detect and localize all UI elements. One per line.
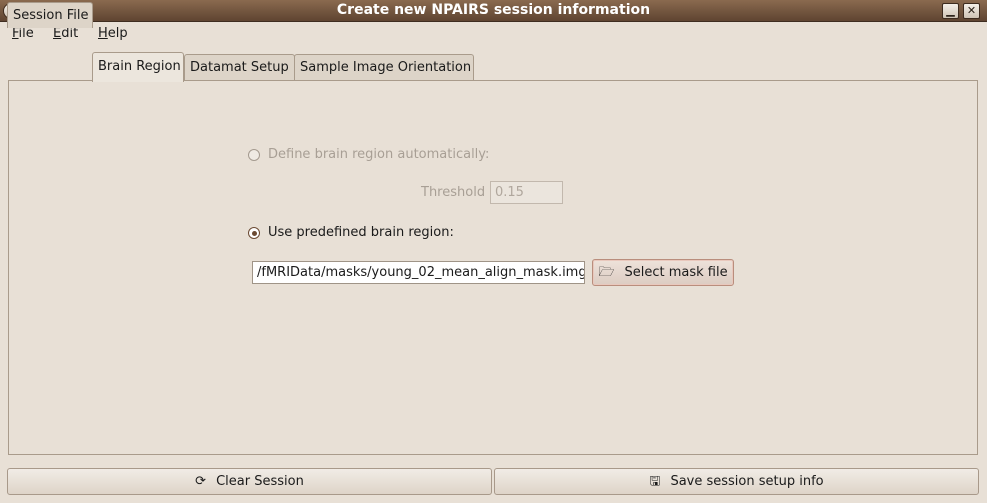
folder-open-icon: 🗁 (598, 265, 615, 280)
select-mask-file-button[interactable]: 🗁 Select mask file (592, 259, 734, 286)
close-button[interactable]: ✕ (963, 3, 980, 19)
tab-brain-region[interactable]: Brain Region (92, 52, 184, 82)
clear-session-label: Clear Session (216, 474, 304, 489)
tab-sample-image-orientation[interactable]: Sample Image Orientation (294, 54, 474, 80)
predefined-region-radio[interactable] (248, 227, 260, 239)
mask-path-input[interactable]: /fMRIData/masks/young_02_mean_align_mask… (252, 261, 585, 284)
save-session-label: Save session setup info (670, 474, 824, 489)
menu-help-mnemonic: H (98, 26, 108, 41)
minimize-button[interactable]: ▁ (942, 3, 959, 19)
auto-region-radio[interactable] (248, 149, 260, 161)
clear-session-button[interactable]: ⟳ Clear Session (7, 468, 492, 495)
tab-datamat-setup[interactable]: Datamat Setup (184, 54, 295, 80)
auto-region-label: Define brain region automatically: (268, 147, 490, 162)
menu-bar: File Edit Help (0, 22, 987, 47)
select-mask-file-label: Select mask file (624, 265, 728, 280)
window-titlebar: ◦ Create new NPAIRS session information … (0, 0, 987, 22)
threshold-input[interactable]: 0.15 (490, 181, 563, 204)
save-icon: 🖫 (649, 474, 661, 489)
predefined-region-label: Use predefined brain region: (268, 225, 454, 240)
window-title: Create new NPAIRS session information (336, 2, 651, 18)
menu-help[interactable]: Help (98, 26, 128, 41)
menu-help-label: elp (107, 26, 128, 41)
minimize-icon: ▁ (946, 4, 955, 17)
close-icon: ✕ (966, 4, 977, 17)
tab-session-file[interactable]: Session File (7, 2, 93, 28)
threshold-label: Threshold (421, 185, 486, 200)
save-session-button[interactable]: 🖫 Save session setup info (494, 468, 979, 495)
clear-icon: ⟳ (195, 474, 207, 489)
